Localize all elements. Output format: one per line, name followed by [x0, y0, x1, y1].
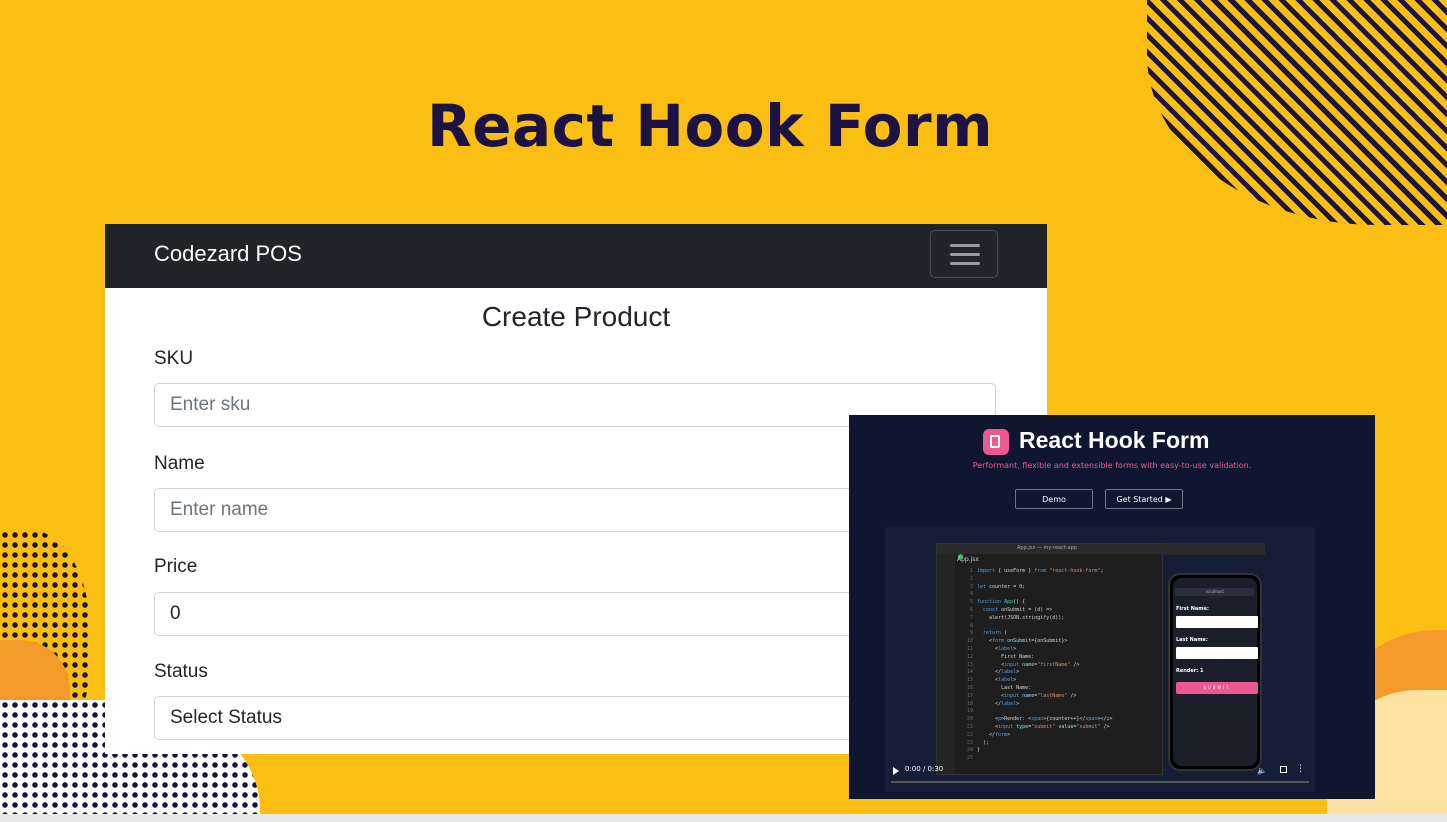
- hamburger-icon-line: [950, 262, 980, 265]
- clipboard-icon: [983, 429, 1009, 455]
- video-controls: 0:00 / 0:30 🔈 ⋮: [885, 760, 1315, 792]
- code-editor-window: App.jsx — my-react-app App.jsx 1 2 3 4 5…: [936, 543, 1163, 775]
- name-label: Name: [154, 453, 205, 474]
- simulator-titlebar: [1162, 543, 1265, 555]
- play-icon[interactable]: [893, 767, 899, 775]
- editor-window-title: App.jsx — my-react-app: [1017, 545, 1078, 551]
- fullscreen-icon[interactable]: [1280, 766, 1287, 773]
- sku-label: SKU: [154, 348, 194, 369]
- navbar-toggler-button[interactable]: [930, 230, 998, 278]
- phone-last-name-label: Last Name:: [1176, 637, 1208, 643]
- line-numbers: 1 2 3 4 5 6 7 8 9 10 11 12 13 14 15 16 1…: [966, 568, 973, 762]
- editor-activity-bar: [937, 554, 955, 774]
- get-started-button[interactable]: Get Started ▶: [1105, 489, 1183, 509]
- phone-submit-button: SUBMIT: [1176, 682, 1258, 694]
- demo-button[interactable]: Demo: [1015, 489, 1093, 509]
- slide-title: React Hook Form: [426, 92, 994, 160]
- bottom-strip: [0, 814, 1447, 822]
- navbar-brand[interactable]: Codezard POS: [154, 241, 302, 267]
- editor-tab: App.jsx: [957, 556, 979, 563]
- phone-last-name-input: [1176, 647, 1258, 659]
- status-label: Status: [154, 661, 208, 682]
- hamburger-icon: [950, 244, 980, 247]
- navbar: Codezard POS: [105, 224, 1047, 288]
- form-title: Create Product: [481, 301, 671, 332]
- phone-url-bar: localhost: [1175, 588, 1255, 596]
- phone-first-name-input: [1176, 616, 1258, 628]
- video-subtitle: Performant, flexible and extensible form…: [972, 461, 1252, 470]
- video-time: 0:00 / 0:30: [905, 765, 944, 773]
- status-select-value: Select Status: [170, 707, 282, 728]
- phone-first-name-label: First Name:: [1176, 606, 1209, 612]
- price-label: Price: [154, 556, 198, 577]
- hamburger-icon-line: [950, 253, 980, 256]
- video-title: React Hook Form: [1019, 427, 1210, 453]
- more-options-icon[interactable]: ⋮: [1296, 764, 1305, 774]
- code-content: import { useForm } from "react-hook-form…: [977, 568, 1113, 754]
- phone-simulator: localhost First Name: Last Name: Render:…: [1168, 573, 1262, 771]
- video-player[interactable]: React Hook Form Performant, flexible and…: [849, 415, 1375, 799]
- phone-screen: localhost First Name: Last Name: Render:…: [1173, 578, 1258, 766]
- video-progress-bar[interactable]: [891, 781, 1309, 783]
- phone-render-text: Render: 1: [1176, 668, 1204, 674]
- volume-icon[interactable]: 🔈: [1257, 766, 1267, 775]
